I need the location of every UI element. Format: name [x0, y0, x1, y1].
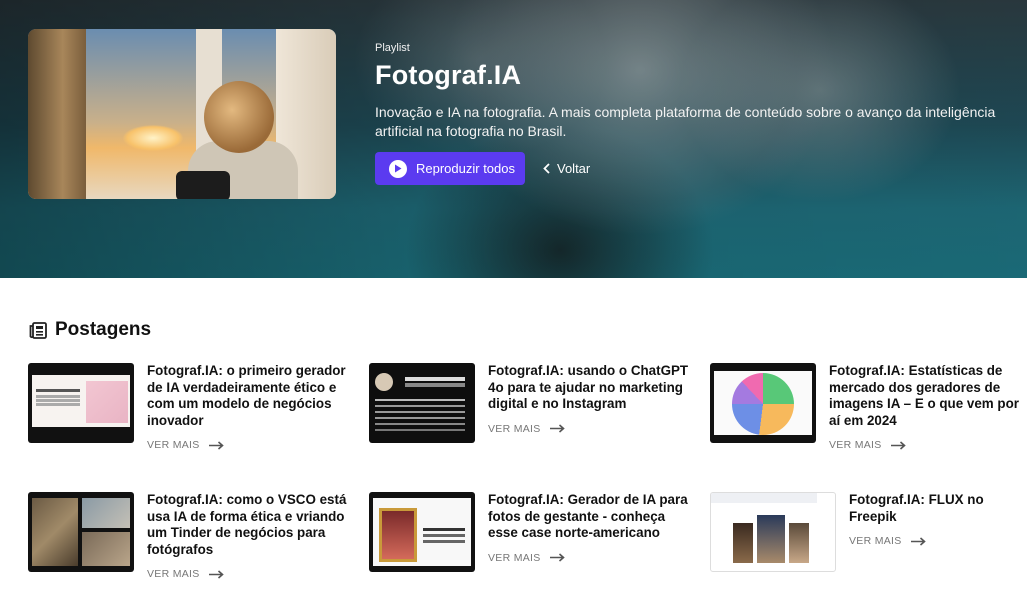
post-card[interactable]: Fotograf.IA: Estatísticas de mercado dos…: [710, 363, 1027, 451]
post-thumbnail[interactable]: [28, 363, 134, 443]
read-more-link[interactable]: VER MAIS: [829, 439, 1027, 451]
playlist-description: Inovação e IA na fotografia. A mais comp…: [375, 104, 996, 139]
read-more-label: VER MAIS: [488, 551, 541, 564]
read-more-link[interactable]: VER MAIS: [147, 568, 352, 580]
section-header: Postagens: [29, 319, 151, 341]
post-title[interactable]: Fotograf.IA: o primeiro gerador de IA ve…: [147, 363, 352, 429]
post-title[interactable]: Fotograf.IA: Gerador de IA para fotos de…: [488, 492, 693, 542]
post-thumbnail[interactable]: [369, 363, 475, 443]
play-all-button[interactable]: Reproduzir todos: [375, 152, 525, 185]
post-title[interactable]: Fotograf.IA: como o VSCO está usa IA de …: [147, 492, 352, 558]
read-more-link[interactable]: VER MAIS: [849, 535, 1009, 547]
post-thumbnail[interactable]: [710, 492, 836, 572]
arrow-right-icon: [890, 440, 906, 450]
arrow-right-icon: [208, 569, 224, 579]
arrow-right-icon: [549, 424, 565, 433]
read-more-label: VER MAIS: [849, 535, 902, 547]
arrow-right-icon: [208, 440, 224, 450]
play-icon: [389, 159, 407, 178]
post-thumbnail[interactable]: [28, 492, 134, 572]
playlist-hero: Playlist Fotograf.IA Inovação e IA na fo…: [0, 0, 1027, 278]
playlist-info: Playlist Fotograf.IA Inovação e IA na fo…: [375, 42, 1015, 141]
read-more-label: VER MAIS: [147, 439, 200, 451]
read-more-link[interactable]: VER MAIS: [488, 552, 693, 564]
read-more-label: VER MAIS: [488, 422, 541, 435]
newspaper-icon: [29, 321, 47, 339]
section-title: Postagens: [55, 319, 152, 340]
hero-actions: Reproduzir todos Voltar: [375, 152, 590, 185]
play-all-label: Reproduzir todos: [416, 161, 515, 176]
post-card[interactable]: Fotograf.IA: o primeiro gerador de IA ve…: [28, 363, 358, 451]
playlist-title: Fotograf.IA: [375, 60, 522, 90]
back-link[interactable]: Voltar: [543, 161, 590, 176]
arrow-right-icon: [910, 536, 926, 546]
post-card[interactable]: Fotograf.IA: como o VSCO está usa IA de …: [28, 492, 358, 580]
chevron-left-icon: [543, 163, 550, 174]
post-thumbnail[interactable]: [369, 492, 475, 572]
read-more-label: VER MAIS: [829, 439, 882, 451]
post-card[interactable]: Fotograf.IA: FLUX no Freepik VER MAIS: [710, 492, 1027, 572]
playlist-cover-image: [28, 29, 336, 199]
back-link-label: Voltar: [557, 161, 591, 176]
post-title[interactable]: Fotograf.IA: FLUX no Freepik: [849, 492, 1009, 525]
playlist-label: Playlist: [375, 42, 410, 54]
post-thumbnail[interactable]: [710, 363, 816, 443]
read-more-link[interactable]: VER MAIS: [147, 439, 352, 451]
post-title[interactable]: Fotograf.IA: Estatísticas de mercado dos…: [829, 363, 1027, 429]
post-card[interactable]: Fotograf.IA: Gerador de IA para fotos de…: [369, 492, 699, 572]
arrow-right-icon: [549, 553, 565, 562]
read-more-label: VER MAIS: [147, 568, 200, 580]
read-more-link[interactable]: VER MAIS: [488, 423, 693, 435]
post-title[interactable]: Fotograf.IA: usando o ChatGPT 4o para te…: [488, 363, 693, 413]
post-card[interactable]: Fotograf.IA: usando o ChatGPT 4o para te…: [369, 363, 699, 443]
